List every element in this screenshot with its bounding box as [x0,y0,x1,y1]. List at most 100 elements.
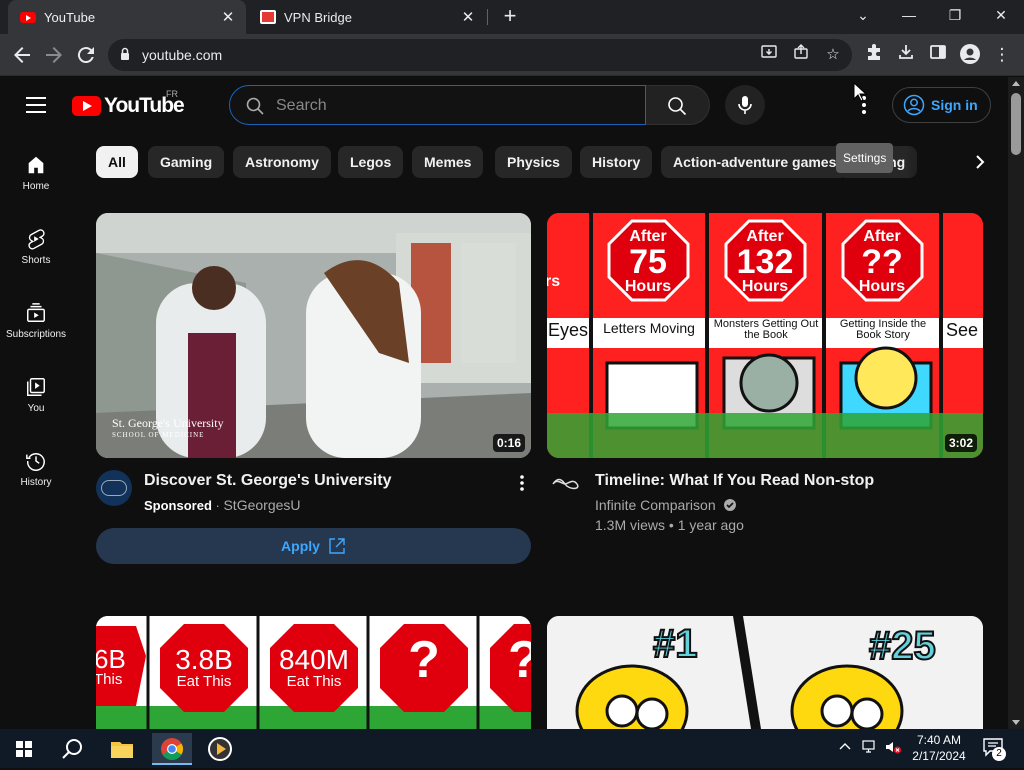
back-icon[interactable] [10,43,34,67]
address-bar[interactable]: youtube.com ☆ [108,39,852,71]
panel-number: 3.8B [175,644,233,675]
close-window-icon[interactable]: ✕ [978,0,1024,30]
share-icon[interactable] [790,44,812,66]
channel-avatar[interactable] [96,470,132,506]
panel-number: ? [408,631,440,689]
apply-button[interactable]: Apply [96,528,531,564]
sidebar-label: Home [22,181,50,192]
panel-number: 840M [278,644,350,675]
minimize-icon[interactable]: — [886,0,932,30]
panel-bottom-text: Hours [624,278,672,295]
video-menu-icon[interactable] [510,472,534,496]
windows-start-icon[interactable] [4,733,44,765]
account-icon [903,94,925,116]
system-clock[interactable]: 7:40 AM 2/17/2024 [906,732,972,764]
downloads-icon[interactable] [894,43,918,67]
notification-count-badge: 2 [992,747,1006,761]
side-panel-icon[interactable] [926,43,950,67]
video-title[interactable]: Timeline: What If You Read Non-stop [595,472,874,490]
new-tab-icon[interactable]: + [498,5,522,29]
browser-toolbar: youtube.com ☆ ⋮ [0,34,1024,76]
search-box[interactable] [229,85,646,125]
chip-memes[interactable]: Memes [412,146,484,178]
video-thumbnail-eat-this[interactable]: 6B This 3.8B Eat This 840M Eat This ? ? [96,616,531,729]
settings-tooltip: Settings [836,143,894,173]
channel-avatar[interactable] [547,470,583,506]
video-title[interactable]: Discover St. George's University [144,472,391,490]
notification-center-icon[interactable]: 2 [982,737,1006,761]
subscriptions-icon [27,303,45,322]
sidebar-item-subscriptions[interactable]: Subscriptions [0,302,72,376]
sidebar-item-home[interactable]: Home [0,154,72,228]
channel-name[interactable]: StGeorgesU [223,497,300,513]
scroll-down-arrow-icon[interactable] [1012,720,1020,725]
youtube-logo[interactable]: YouTube FR [72,89,185,118]
chip-gaming[interactable]: Gaming [148,146,225,178]
video-thumbnail-rank[interactable]: #1 #25 [547,616,983,729]
panel-number: 132 [736,243,794,281]
sidebar-label: Shorts [21,255,51,266]
chrome-taskbar-icon[interactable] [152,733,192,765]
close-tab-icon[interactable]: ✕ [216,8,240,26]
sidebar-item-history[interactable]: History [0,450,72,524]
panel-subtext: Eat This [286,673,342,690]
watermark-title: St. George's University [112,416,224,430]
sidebar-item-shorts[interactable]: Shorts [0,228,72,302]
verified-check-icon [723,499,736,511]
voice-search-button[interactable] [725,85,765,125]
tab-search-icon[interactable]: ⌄ [840,0,886,30]
watermark-subtitle: SCHOOL OF MEDICINE [112,431,205,439]
guide-menu-icon[interactable] [26,97,46,113]
chrome-menu-icon[interactable]: ⋮ [990,43,1014,67]
scroll-up-arrow-icon[interactable] [1012,81,1020,86]
show-hidden-icons-chevron-icon[interactable] [838,739,852,756]
page-scrollbar[interactable] [1008,77,1024,729]
bookmark-star-icon[interactable]: ☆ [822,44,844,66]
external-link-icon [329,538,345,554]
sidebar-item-you[interactable]: You [0,376,72,450]
sign-in-button[interactable]: Sign in [892,87,991,123]
search-input[interactable] [276,95,636,117]
extensions-icon[interactable] [862,43,886,67]
close-tab-icon[interactable]: ✕ [456,8,480,26]
forward-icon[interactable] [42,43,66,67]
media-player-icon[interactable] [200,733,240,765]
file-explorer-icon[interactable] [102,733,142,765]
sponsored-label: Sponsored [144,498,212,513]
video-channel: Infinite Comparison [595,497,737,513]
infinity-logo-icon [552,478,579,490]
volume-muted-icon[interactable] [884,739,902,760]
tab-divider [487,9,488,25]
chip-astronomy[interactable]: Astronomy [233,146,331,178]
taskbar-search-icon[interactable] [52,733,92,765]
search-button[interactable] [646,85,710,125]
chip-all[interactable]: All [96,146,138,178]
profile-avatar-icon[interactable] [958,43,982,67]
tab-vpn-bridge[interactable]: VPN Bridge ✕ [248,0,486,34]
youtube-favicon-icon [20,11,36,23]
rank-badge-last: #25 [868,623,937,669]
install-app-icon[interactable] [758,44,780,66]
panel-1-caption: Letters Moving [603,320,695,336]
chip-action-adventure-games[interactable]: Action-adventure games [661,146,849,178]
scrollbar-thumb[interactable] [1011,93,1021,155]
tab-title: YouTube [44,9,96,25]
chip-legos[interactable]: Legos [338,146,404,178]
history-icon [26,453,45,471]
chip-next-arrow-icon[interactable] [966,148,994,176]
restore-icon[interactable]: ❐ [932,0,978,30]
video-thumbnail-ad[interactable]: St. George's University SCHOOL OF MEDICI… [96,213,531,458]
panel-1-label: After 75 Hours [613,229,683,295]
reload-icon[interactable] [74,43,98,67]
panel-bottom-text: Hours [858,278,906,295]
chip-physics[interactable]: Physics [495,146,572,178]
clock-time: 7:40 AM [916,733,962,747]
sign-in-label: Sign in [931,97,978,113]
video-thumbnail-timeline[interactable]: After 75 Hours After 132 Hours After ?? … [547,213,983,458]
vpn-favicon-icon [260,10,276,24]
tab-youtube[interactable]: YouTube ✕ [8,0,246,34]
channel-name[interactable]: Infinite Comparison [595,497,716,513]
rank-badge-first: #1 [652,621,698,667]
chip-history[interactable]: History [580,146,653,178]
network-icon[interactable] [862,739,878,760]
